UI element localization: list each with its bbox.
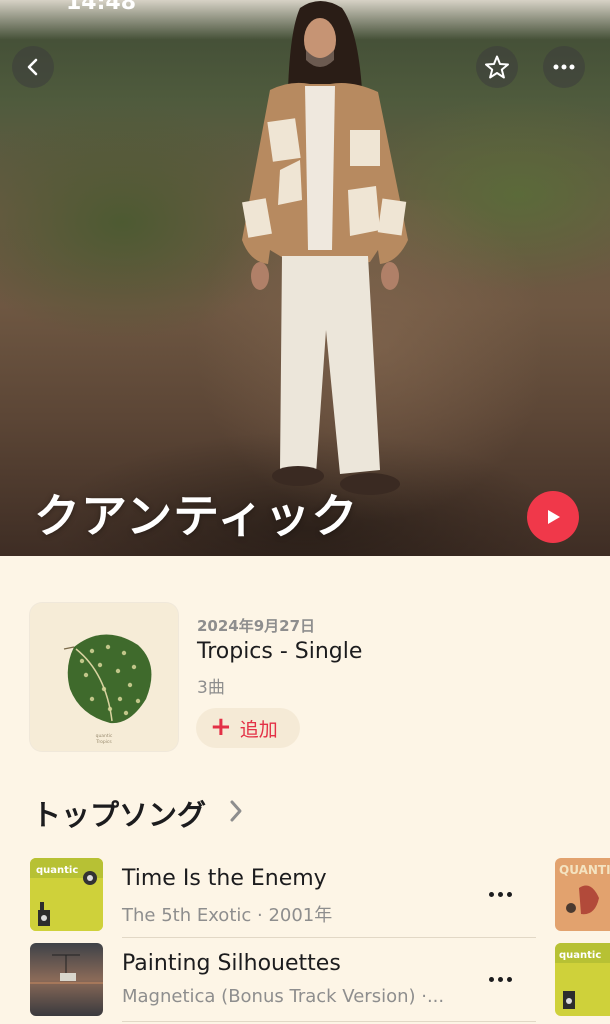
next-column-song-artwork[interactable]: QUANTIC [555, 858, 610, 931]
song-artwork[interactable]: quantic [30, 858, 103, 931]
album-art-magnetica [30, 943, 103, 1016]
album-art-peek-2: quantic [555, 943, 610, 1016]
latest-release-artwork[interactable]: quantic Tropics [30, 603, 178, 751]
artwork-caption-line2: Tropics [95, 739, 112, 745]
song-title[interactable]: Time Is the Enemy [122, 866, 327, 891]
song-subtitle: The 5th Exotic · 2001年 [122, 905, 333, 926]
song-subtitle: Magnetica (Bonus Track Version) ·... [122, 986, 445, 1007]
next-column-song-artwork[interactable]: quantic [555, 943, 610, 1016]
chevron-right-icon[interactable] [227, 796, 245, 826]
release-title[interactable]: Tropics - Single [197, 639, 362, 664]
plus-icon: + [210, 712, 232, 742]
status-time: 14:48 [66, 0, 137, 15]
ellipsis-dot [506, 891, 512, 897]
artwork-caption-line1: quantic [96, 733, 113, 739]
svg-text:quantic: quantic [36, 865, 78, 876]
row-divider [122, 937, 536, 938]
play-button[interactable] [527, 491, 579, 543]
song-more-button[interactable] [484, 969, 516, 989]
add-label: 追加 [239, 718, 278, 741]
ellipsis-dot [497, 976, 503, 982]
album-art-the-5th-exotic: quantic [30, 858, 103, 931]
leaf-artwork: quantic Tropics [63, 634, 152, 745]
song-more-button[interactable] [484, 884, 516, 904]
favorite-button[interactable] [476, 46, 518, 88]
artist-photo-figure [242, 1, 408, 495]
song-title[interactable]: Painting Silhouettes [122, 951, 341, 976]
release-date: 2024年9月27日 [197, 617, 316, 635]
add-to-library-button[interactable]: + 追加 [196, 708, 300, 748]
row-divider [122, 1021, 536, 1022]
ellipsis-icon [553, 64, 575, 70]
song-artwork[interactable] [30, 943, 103, 1016]
artist-name: クアンティック [34, 489, 359, 543]
ellipsis-icon [488, 976, 494, 982]
play-icon [548, 510, 560, 524]
ellipsis-icon [488, 891, 494, 897]
back-button[interactable] [12, 46, 54, 88]
album-art-peek-1: QUANTIC [555, 858, 610, 931]
release-track-count: 3曲 [197, 678, 225, 698]
svg-text:QUANTIC: QUANTIC [559, 863, 610, 877]
svg-text:quantic: quantic [559, 950, 601, 961]
ellipsis-dot [497, 891, 503, 897]
artist-hero-image: 14:48 クアンティック [0, 0, 610, 556]
chevron-left-icon [27, 58, 38, 76]
top-songs-title[interactable]: トップソング [32, 792, 206, 834]
ellipsis-dot [506, 976, 512, 982]
star-icon [485, 55, 509, 79]
status-bar: 14:48 [0, 0, 610, 15]
more-button[interactable] [543, 46, 585, 88]
